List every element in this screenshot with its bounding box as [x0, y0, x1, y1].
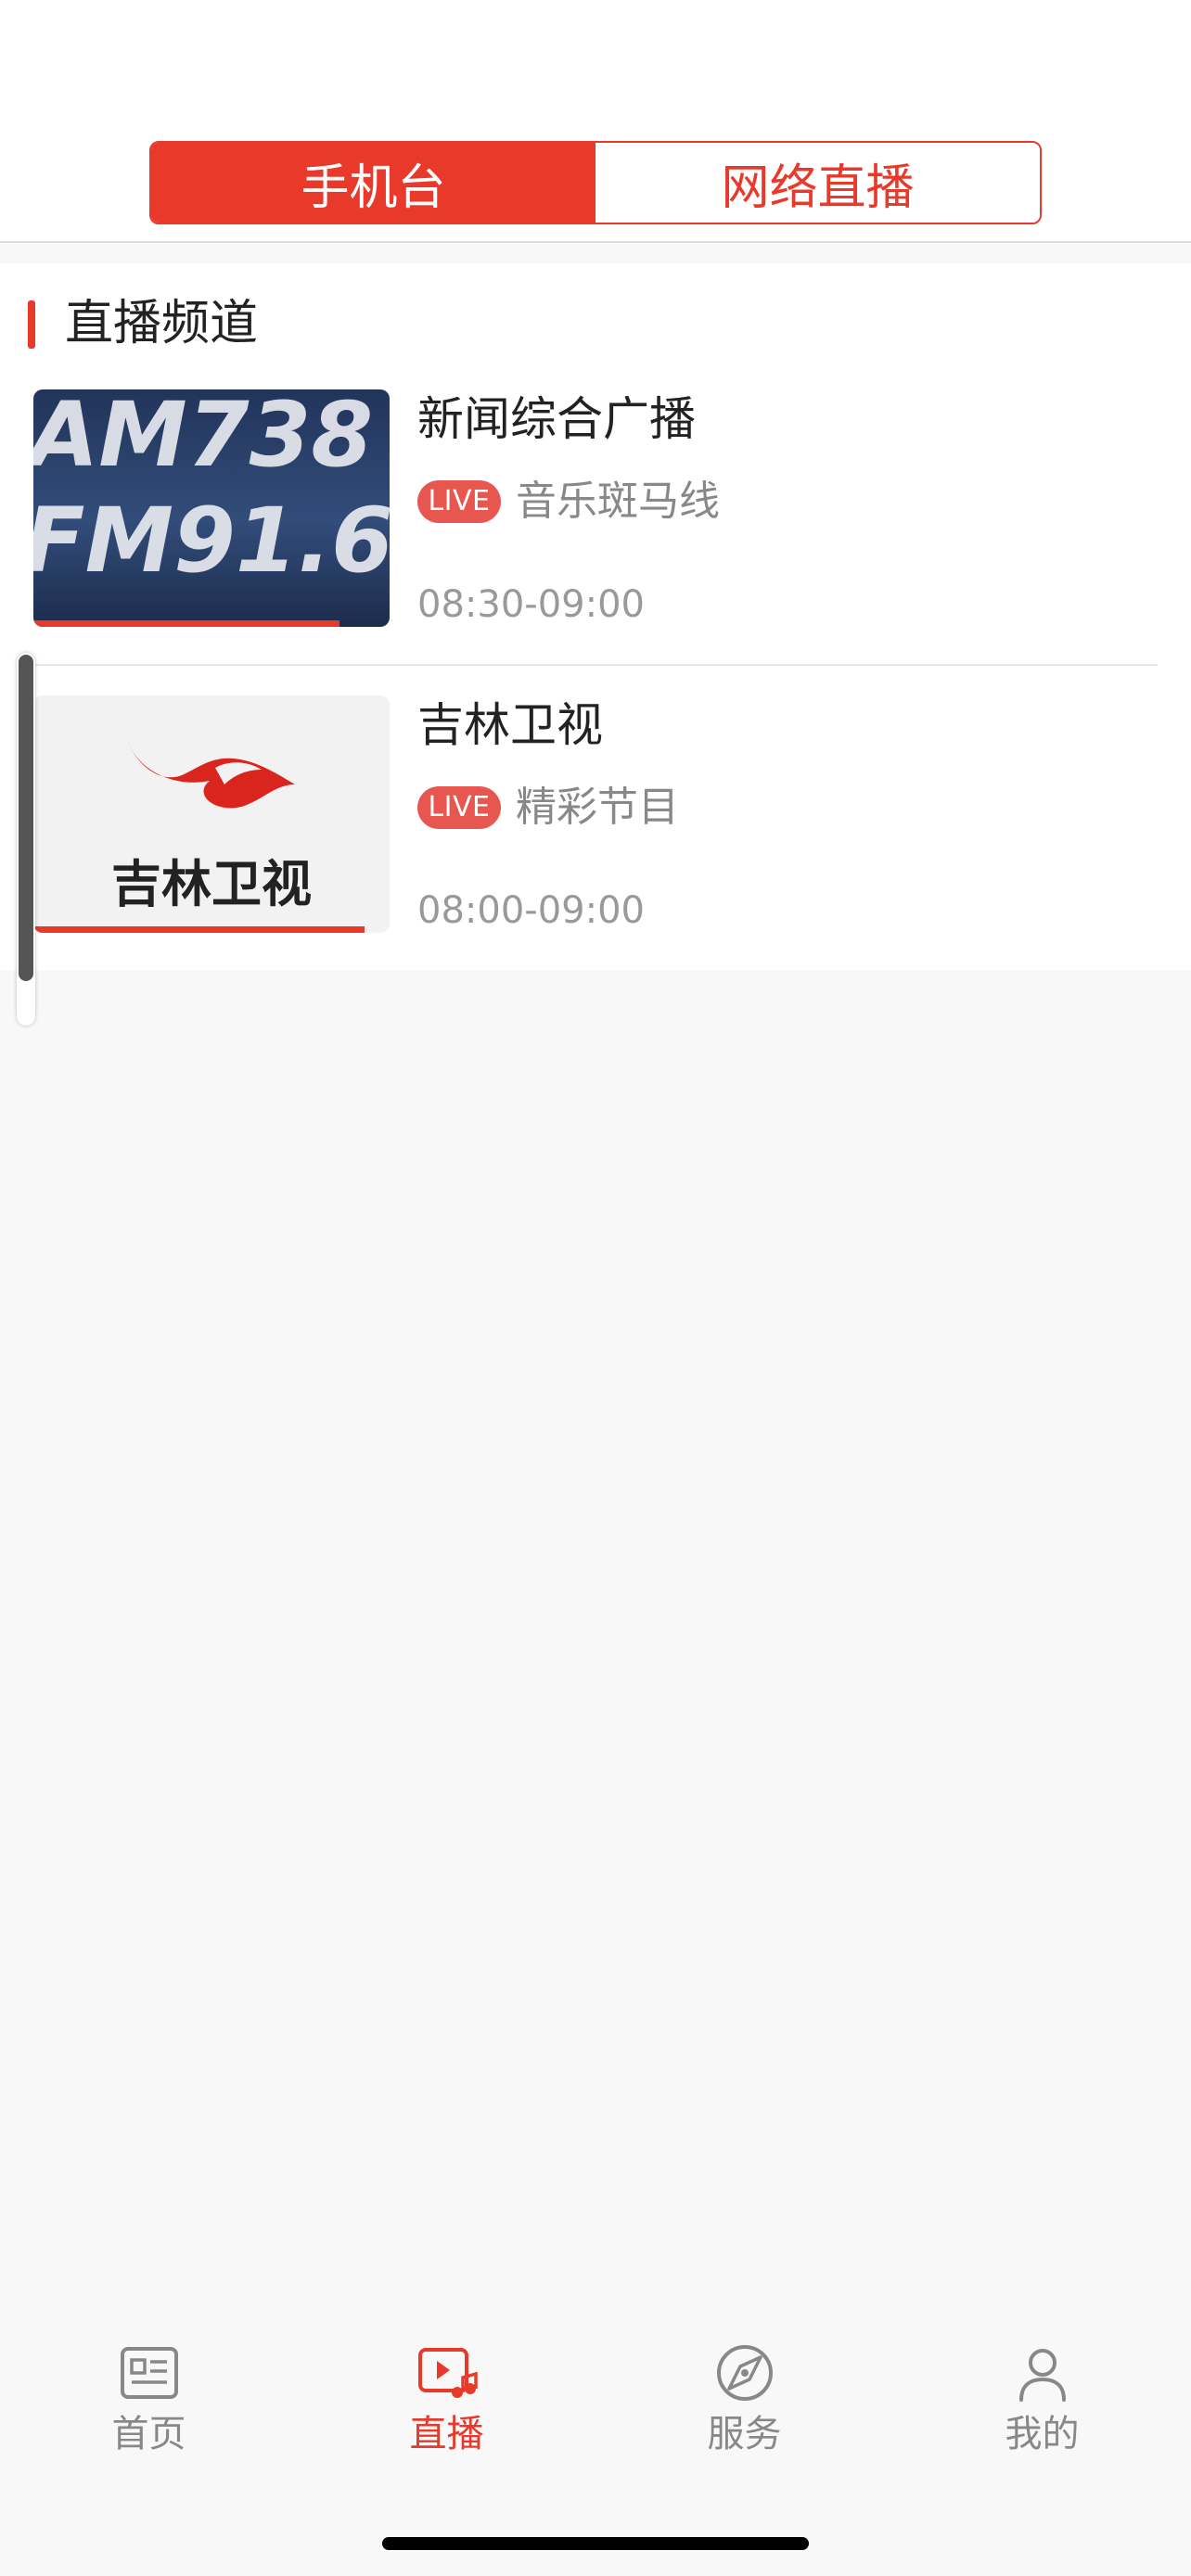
tab-network-live[interactable]: 网络直播 — [596, 143, 1040, 223]
channel-thumbnail: 吉林卫视 — [33, 695, 390, 933]
service-compass-icon — [716, 2345, 773, 2401]
tab-label-service: 服务 — [707, 2413, 782, 2455]
news-icon — [120, 2347, 178, 2399]
jilin-tv-logo-text: 吉林卫视 — [111, 855, 312, 913]
bottom-tab-bar: 首页 直播 服务 我的 — [0, 2318, 1191, 2467]
program-name: 音乐斑马线 — [516, 478, 720, 525]
channel-item[interactable]: AM738 FM91.6 新闻综合广播 LIVE 音乐斑马线 08:30-09:… — [0, 389, 1191, 636]
segmented-control: 手机台 网络直播 — [149, 141, 1042, 224]
tab-profile[interactable]: 我的 — [893, 2318, 1191, 2467]
scroll-indicator[interactable] — [17, 653, 35, 1026]
playback-progress-bar — [33, 620, 340, 627]
channel-thumbnail: AM738 FM91.6 — [33, 389, 390, 627]
section-title: 直播频道 — [65, 296, 259, 351]
live-video-icon — [417, 2348, 478, 2398]
channel-title: 新闻综合广播 — [417, 392, 696, 446]
scroll-thumb[interactable] — [19, 655, 33, 981]
live-channel-list: 直播频道 AM738 FM91.6 新闻综合广播 LIVE 音乐斑马线 08:3… — [0, 263, 1191, 970]
profile-icon — [1018, 2349, 1066, 2402]
program-time: 08:30-09:00 — [417, 583, 645, 626]
tab-label-profile: 我的 — [1005, 2413, 1080, 2455]
tab-service[interactable]: 服务 — [596, 2318, 893, 2467]
channel-title: 吉林卫视 — [417, 698, 603, 752]
radio-frequency-image: AM738 FM91.6 — [33, 389, 390, 593]
program-time: 08:00-09:00 — [417, 889, 645, 932]
list-divider — [33, 664, 1158, 666]
program-name: 精彩节目 — [516, 784, 679, 831]
live-badge: LIVE — [417, 480, 501, 523]
tab-mobile-station[interactable]: 手机台 — [151, 143, 596, 223]
top-header: 手机台 网络直播 — [0, 0, 1191, 243]
section-accent-bar — [28, 300, 35, 349]
home-indicator[interactable] — [382, 2537, 809, 2550]
thumb-line-2: FM91.6 — [33, 489, 390, 593]
playback-progress-bar — [33, 926, 365, 933]
thumb-line-1: AM738 — [33, 389, 373, 487]
tab-home[interactable]: 首页 — [0, 2318, 298, 2467]
tab-live[interactable]: 直播 — [298, 2318, 596, 2467]
tab-label-home: 首页 — [111, 2413, 186, 2455]
channel-item[interactable]: 吉林卫视 吉林卫视 LIVE 精彩节目 08:00-09:00 — [0, 695, 1191, 942]
live-badge: LIVE — [417, 786, 501, 829]
jilin-tv-logo: 吉林卫视 — [111, 736, 312, 913]
tab-label-live: 直播 — [409, 2413, 484, 2455]
